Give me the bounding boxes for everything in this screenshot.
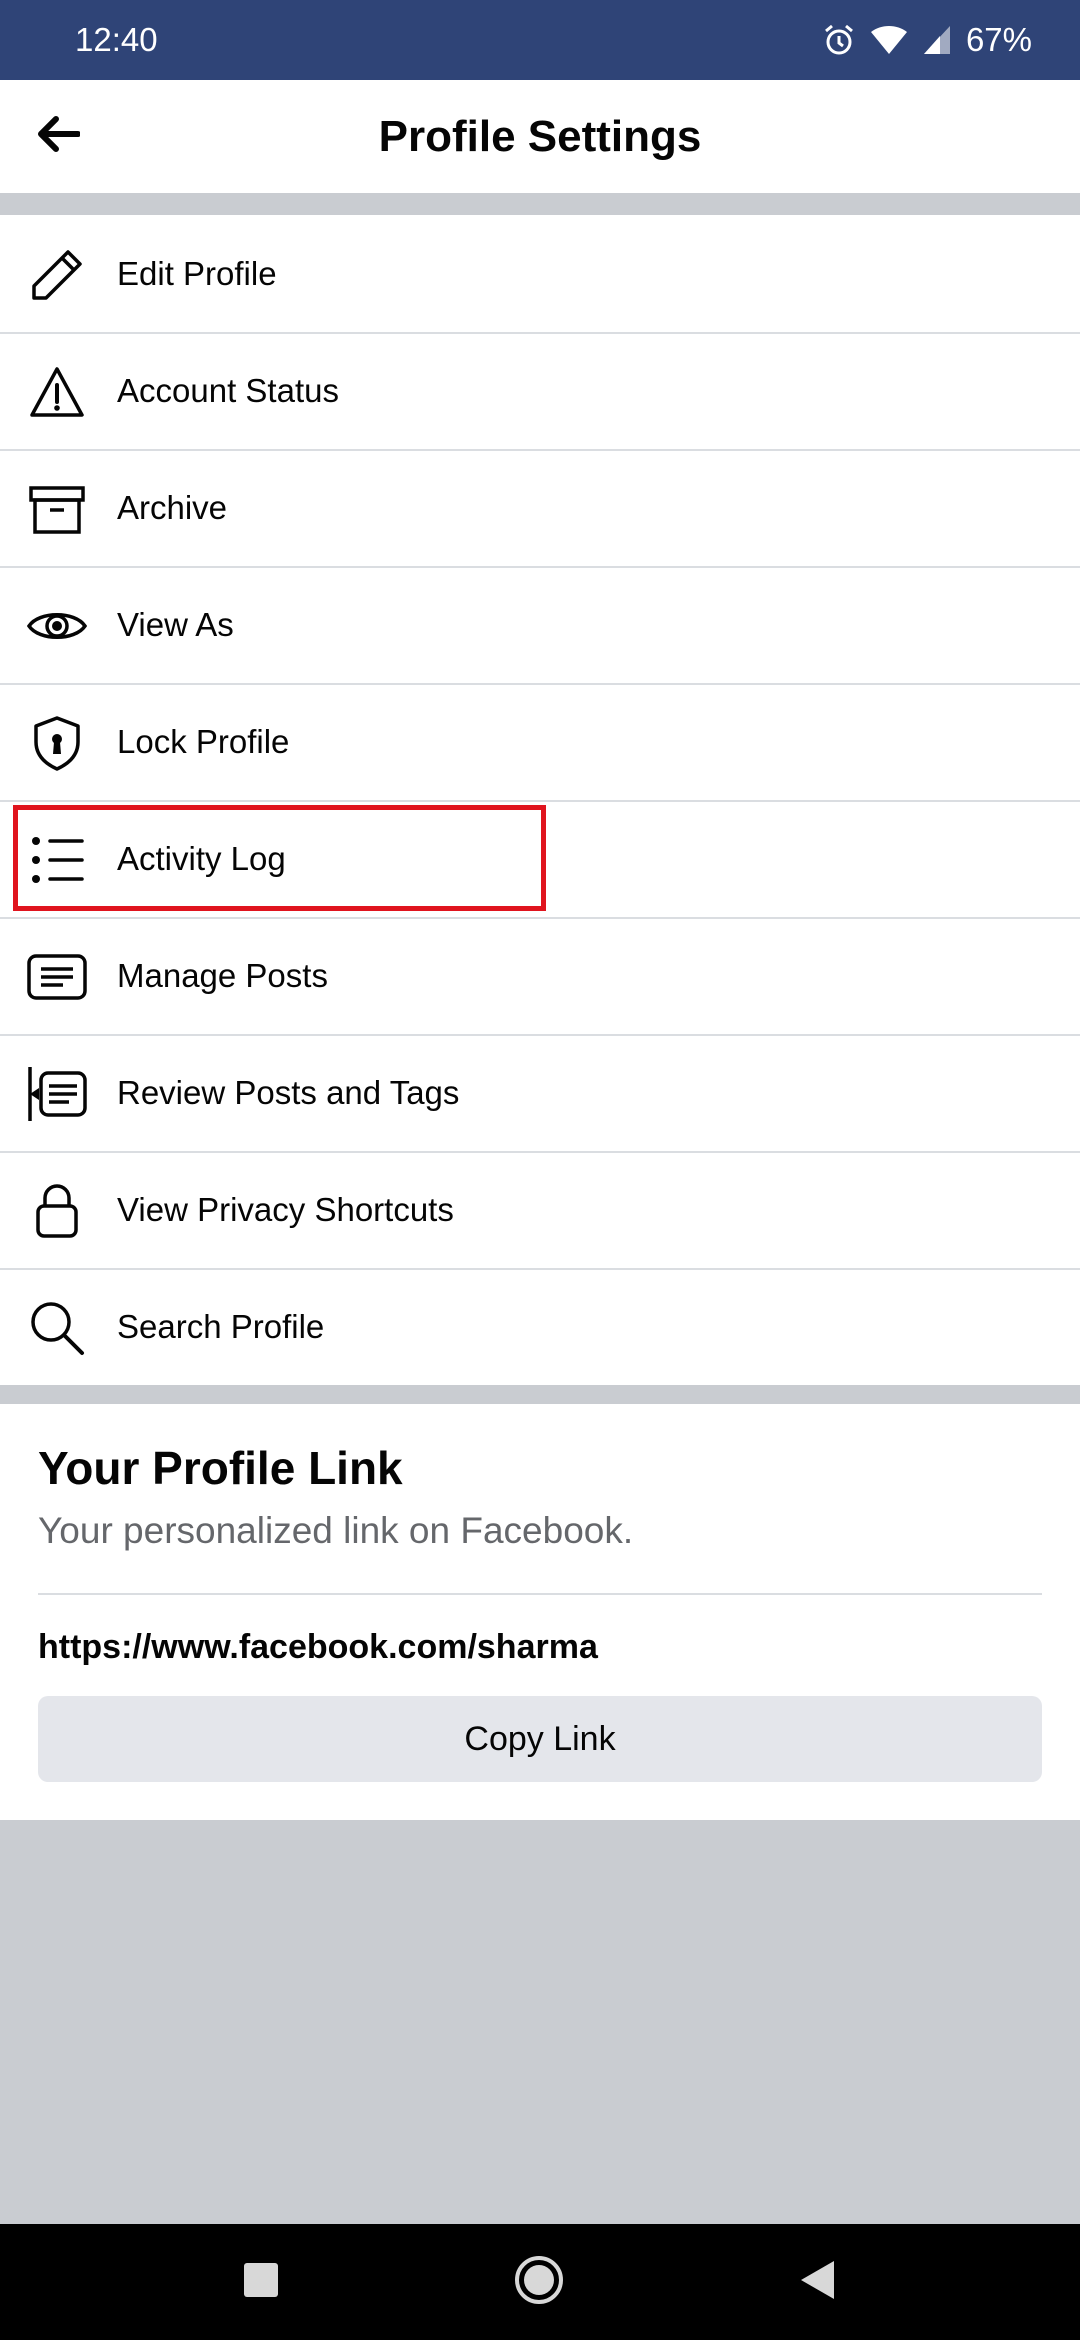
pencil-icon [27, 245, 87, 305]
profile-link-section: Your Profile Link Your personalized link… [0, 1404, 1080, 1820]
menu-item-label: Edit Profile [117, 254, 277, 292]
menu-item-manage-posts[interactable]: Manage Posts [0, 917, 1080, 1034]
eye-icon [27, 596, 87, 656]
menu-item-edit-profile[interactable]: Edit Profile [0, 215, 1080, 332]
menu-item-lock-profile[interactable]: Lock Profile [0, 683, 1080, 800]
copy-link-button[interactable]: Copy Link [38, 1696, 1042, 1782]
menu-item-label: View Privacy Shortcuts [117, 1190, 454, 1228]
menu-item-label: Archive [117, 488, 228, 526]
menu-item-label: Account Status [117, 371, 339, 409]
menu-item-review-posts-and-tags[interactable]: Review Posts and Tags [0, 1034, 1080, 1151]
menu-item-label: Manage Posts [117, 956, 328, 994]
status-time: 12:40 [75, 21, 158, 58]
menu-item-label: View As [117, 605, 234, 643]
menu-item-label: Activity Log [117, 839, 286, 877]
cell-signal-icon [922, 24, 952, 56]
alarm-icon [822, 23, 856, 57]
profile-link-title: Your Profile Link [38, 1442, 403, 1494]
home-button[interactable] [511, 2254, 567, 2310]
shield-lock-icon [27, 713, 87, 773]
system-nav-bar [0, 2224, 1080, 2340]
recents-square-icon [242, 2261, 280, 2304]
lock-icon [27, 1181, 87, 1241]
profile-link-url[interactable]: https://www.facebook.com/sharma [38, 1628, 598, 1667]
archive-box-icon [27, 479, 87, 539]
list-icon [27, 830, 87, 890]
status-icons: 67% [822, 21, 1032, 59]
menu-item-label: Lock Profile [117, 722, 290, 760]
menu-item-view-privacy-shortcuts[interactable]: View Privacy Shortcuts [0, 1151, 1080, 1268]
menu-item-label: Search Profile [117, 1307, 325, 1345]
section-gap [0, 1385, 1080, 1404]
page-title: Profile Settings [378, 111, 702, 161]
recents-button[interactable] [233, 2254, 289, 2310]
arrow-left-icon [36, 115, 81, 158]
battery-text: 67% [965, 21, 1032, 58]
menu-item-archive[interactable]: Archive [0, 449, 1080, 566]
menu-item-activity-log[interactable]: Activity Log [0, 800, 1080, 917]
divider [38, 1593, 1042, 1595]
posts-icon [27, 947, 87, 1007]
wifi-icon [870, 24, 908, 56]
menu-item-view-as[interactable]: View As [0, 566, 1080, 683]
app-bar: Profile Settings [0, 80, 1080, 193]
menu-item-account-status[interactable]: Account Status [0, 332, 1080, 449]
review-posts-icon [27, 1064, 87, 1124]
warning-icon [27, 362, 87, 422]
menu-item-label: Review Posts and Tags [117, 1073, 460, 1111]
menu-item-search-profile[interactable]: Search Profile [0, 1268, 1080, 1385]
back-button[interactable] [28, 106, 88, 166]
home-circle-icon [514, 2255, 564, 2310]
search-icon [27, 1298, 87, 1358]
back-triangle-icon [798, 2259, 838, 2306]
section-gap [0, 193, 1080, 215]
back-nav-button[interactable] [790, 2254, 846, 2310]
profile-link-subtitle: Your personalized link on Facebook. [38, 1510, 634, 1551]
profile-settings-menu: Edit Profile Account Status Archive View… [0, 215, 1080, 1385]
status-bar: 12:40 67% [0, 0, 1080, 80]
